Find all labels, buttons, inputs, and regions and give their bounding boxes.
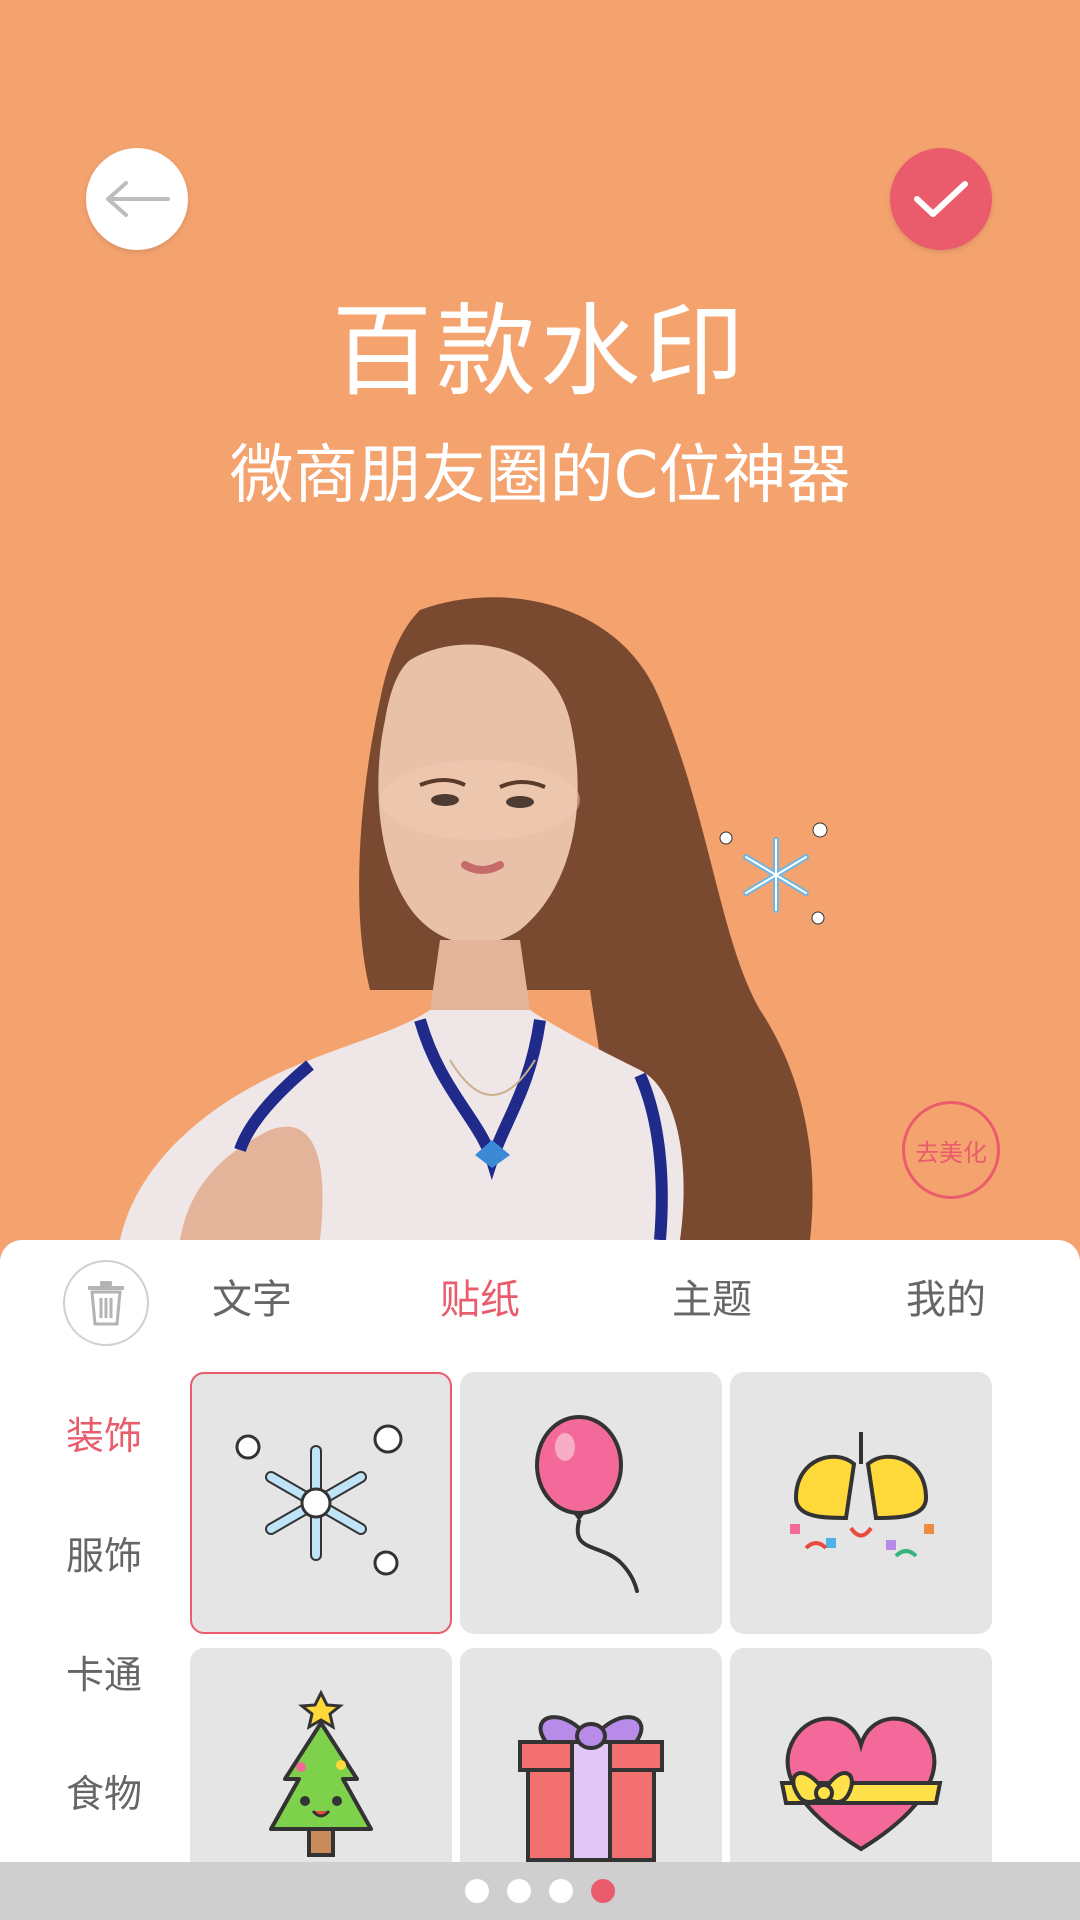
category-food[interactable]: 食物 [66, 1768, 142, 1820]
sticker-cell-party-bells[interactable] [730, 1372, 992, 1634]
sticker-panel: 文字 贴纸 主题 我的 装饰 服饰 卡通 食物 [0, 1240, 1080, 1862]
page-indicator [0, 1862, 1080, 1920]
beauty-toggle-button[interactable]: 去美化 [902, 1101, 1000, 1199]
page-dot[interactable] [549, 1879, 573, 1903]
heart-ribbon-icon [779, 1716, 943, 1852]
tab-stickers[interactable]: 贴纸 [440, 1272, 520, 1328]
gift-box-icon [518, 1715, 664, 1862]
sticker-cell-snowflake[interactable] [190, 1372, 452, 1634]
arrow-left-icon [106, 181, 170, 217]
balloon-icon [535, 1415, 639, 1593]
preview-area: 百款水印 微商朋友圈的C位神器 去美化 [0, 0, 1080, 1240]
sticker-cell-balloon[interactable] [460, 1372, 722, 1634]
christmas-tree-icon [269, 1689, 373, 1857]
page-dot-active[interactable] [591, 1879, 615, 1903]
confirm-button[interactable] [890, 148, 992, 250]
back-button[interactable] [86, 148, 188, 250]
category-apparel[interactable]: 服饰 [66, 1530, 142, 1582]
tab-text[interactable]: 文字 [212, 1272, 292, 1328]
snowflake-icon [235, 1424, 403, 1576]
sticker-cell-gift-box[interactable] [460, 1648, 722, 1862]
tab-mine[interactable]: 我的 [906, 1272, 986, 1328]
sticker-cell-christmas-tree[interactable] [190, 1648, 452, 1862]
headline: 百款水印 [332, 293, 748, 410]
sticker-cell-heart-ribbon[interactable] [730, 1648, 992, 1862]
category-decoration[interactable]: 装饰 [66, 1410, 142, 1462]
page-dot[interactable] [507, 1879, 531, 1903]
delete-button[interactable] [63, 1260, 149, 1346]
party-bells-icon [790, 1432, 934, 1558]
page-dot[interactable] [465, 1879, 489, 1903]
trash-icon [88, 1281, 124, 1326]
category-cartoon[interactable]: 卡通 [66, 1649, 142, 1701]
tab-themes[interactable]: 主题 [672, 1272, 752, 1328]
subline: 微商朋友圈的C位神器 [229, 439, 851, 513]
check-icon [914, 181, 968, 217]
placed-snowflake-sticker[interactable] [716, 820, 836, 930]
